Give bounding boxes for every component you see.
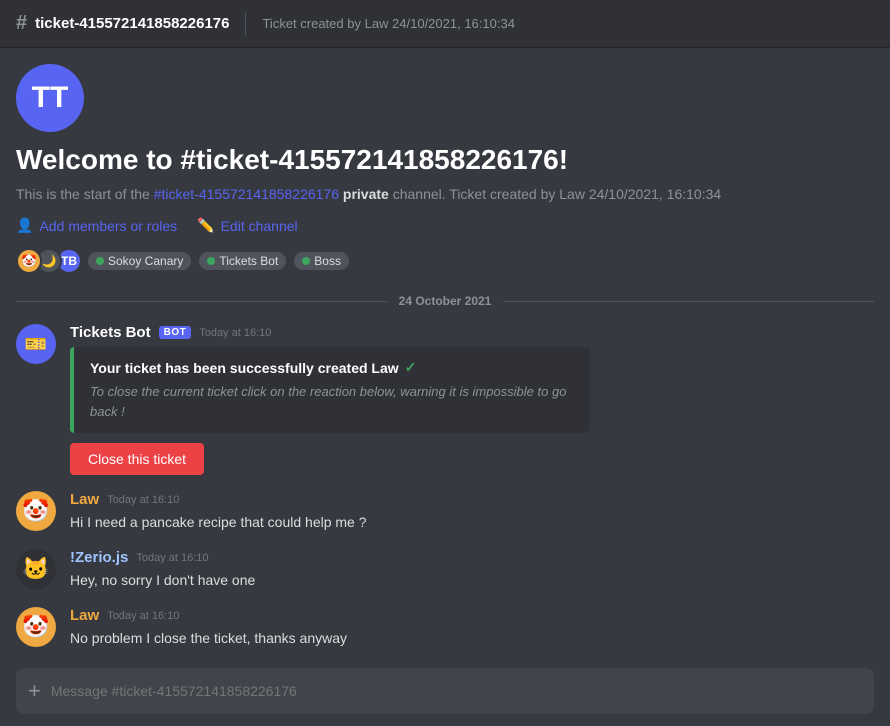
hash-icon: # bbox=[16, 12, 27, 35]
welcome-title: Welcome to #ticket-415572141858226176! bbox=[16, 144, 874, 176]
law-author-2: Law bbox=[70, 607, 99, 624]
messages-area: TT Welcome to #ticket-415572141858226176… bbox=[0, 48, 890, 656]
embed-title: Your ticket has been successfully create… bbox=[90, 359, 574, 376]
desc-prefix: This is the start of the bbox=[16, 186, 154, 202]
add-members-label: Add members or roles bbox=[39, 218, 177, 234]
channel-link: #ticket-415572141858226176 bbox=[154, 186, 339, 202]
message-zerio: 🐱 !Zerio.js Today at 16:10 Hey, no sorry… bbox=[16, 549, 874, 591]
message-law-2: 🤡 Law Today at 16:10 No problem I close … bbox=[16, 607, 874, 649]
member-avatars: 🤡 🌙 TB bbox=[16, 248, 76, 274]
law-author-1: Law bbox=[70, 491, 99, 508]
law-message-1-text: Hi I need a pancake recipe that could he… bbox=[70, 512, 874, 533]
bot-message-header: Tickets Bot BOT Today at 16:10 bbox=[70, 324, 874, 341]
avatar-icon-law: 🤡 bbox=[22, 498, 49, 524]
member-badge-sokoy: Sokoy Canary bbox=[88, 252, 191, 270]
members-row: 🤡 🌙 TB Sokoy Canary Tickets Bot Boss bbox=[16, 248, 874, 274]
law-message-2-text: No problem I close the ticket, thanks an… bbox=[70, 628, 874, 649]
bot-timestamp: Today at 16:10 bbox=[199, 327, 271, 339]
message-law-1: 🤡 Law Today at 16:10 Hi I need a pancake… bbox=[16, 491, 874, 533]
top-bar: # ticket-415572141858226176 Ticket creat… bbox=[0, 0, 890, 48]
channel-description: Ticket created by Law 24/10/2021, 16:10:… bbox=[262, 16, 514, 31]
member-badge-tickets-bot: Tickets Bot bbox=[199, 252, 286, 270]
checkmark-icon: ✓ bbox=[405, 359, 417, 376]
channel-name: ticket-415572141858226176 bbox=[35, 15, 229, 32]
avatar-law-2: 🤡 bbox=[16, 607, 56, 647]
avatar-icon-bot: 🎫 bbox=[25, 334, 47, 355]
zerio-message-content: !Zerio.js Today at 16:10 Hey, no sorry I… bbox=[70, 549, 874, 591]
welcome-description: This is the start of the #ticket-4155721… bbox=[16, 184, 874, 205]
message-input-area: + bbox=[0, 656, 890, 726]
avatar-sokoy: 🤡 bbox=[16, 248, 42, 274]
add-members-link[interactable]: 👤 Add members or roles bbox=[16, 217, 177, 234]
bot-embed: Your ticket has been successfully create… bbox=[70, 347, 590, 433]
embed-title-text: Your ticket has been successfully create… bbox=[90, 360, 399, 376]
add-attachment-icon[interactable]: + bbox=[28, 668, 41, 714]
zerio-message-text: Hey, no sorry I don't have one bbox=[70, 570, 874, 591]
message-input[interactable] bbox=[51, 672, 862, 710]
law-message-1-content: Law Today at 16:10 Hi I need a pancake r… bbox=[70, 491, 874, 533]
law-timestamp-2: Today at 16:10 bbox=[107, 610, 179, 622]
badge-label-tickets: Tickets Bot bbox=[219, 254, 278, 268]
welcome-icon-text: TT bbox=[32, 81, 69, 115]
zerio-timestamp: Today at 16:10 bbox=[136, 552, 208, 564]
separator-line-left bbox=[16, 301, 387, 302]
avatar-icon-zerio: 🐱 bbox=[22, 556, 49, 582]
message-input-box: + bbox=[16, 668, 874, 714]
edit-icon: ✏️ bbox=[197, 217, 214, 234]
separator-line-right bbox=[503, 301, 874, 302]
avatar-zerio: 🐱 bbox=[16, 549, 56, 589]
member-badge-boss: Boss bbox=[294, 252, 349, 270]
desc-bold: private bbox=[343, 186, 389, 202]
add-members-icon: 👤 bbox=[16, 217, 33, 234]
zerio-author: !Zerio.js bbox=[70, 549, 128, 566]
close-ticket-button[interactable]: Close this ticket bbox=[70, 443, 204, 475]
avatar-tickets-bot-msg: 🎫 bbox=[16, 324, 56, 364]
action-links: 👤 Add members or roles ✏️ Edit channel bbox=[16, 217, 874, 234]
badge-label-sokoy: Sokoy Canary bbox=[108, 254, 183, 268]
zerio-message-header: !Zerio.js Today at 16:10 bbox=[70, 549, 874, 566]
edit-channel-label: Edit channel bbox=[221, 218, 298, 234]
law-message-2-content: Law Today at 16:10 No problem I close th… bbox=[70, 607, 874, 649]
bot-message-content: Tickets Bot BOT Today at 16:10 Your tick… bbox=[70, 324, 874, 475]
avatar-law-1: 🤡 bbox=[16, 491, 56, 531]
desc-suffix: channel. Ticket created by Law 24/10/202… bbox=[389, 186, 721, 202]
welcome-icon: TT bbox=[16, 64, 84, 132]
content-area: TT Welcome to #ticket-415572141858226176… bbox=[0, 48, 890, 726]
law-timestamp-1: Today at 16:10 bbox=[107, 494, 179, 506]
badge-label-boss: Boss bbox=[314, 254, 341, 268]
message-tickets-bot: 🎫 Tickets Bot BOT Today at 16:10 Your ti… bbox=[16, 324, 874, 475]
bot-author-name: Tickets Bot bbox=[70, 324, 151, 341]
edit-channel-link[interactable]: ✏️ Edit channel bbox=[197, 217, 298, 234]
date-separator: 24 October 2021 bbox=[16, 294, 874, 308]
bot-badge: BOT bbox=[159, 326, 192, 339]
law-message-2-header: Law Today at 16:10 bbox=[70, 607, 874, 624]
date-separator-text: 24 October 2021 bbox=[399, 294, 492, 308]
top-bar-divider bbox=[245, 12, 246, 36]
avatar-icon-law-2: 🤡 bbox=[22, 614, 49, 640]
embed-description: To close the current ticket click on the… bbox=[90, 382, 574, 421]
law-message-1-header: Law Today at 16:10 bbox=[70, 491, 874, 508]
